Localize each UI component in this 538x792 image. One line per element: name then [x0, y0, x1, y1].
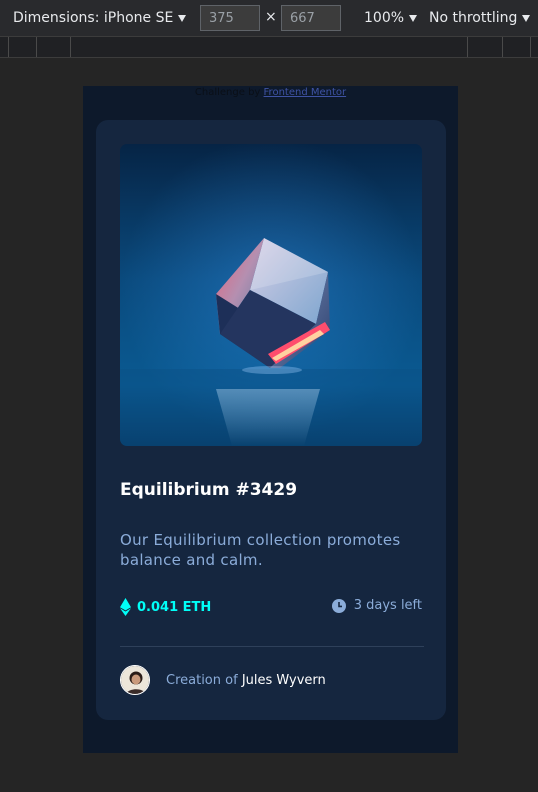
device-toolbar: Dimensions: iPhone SE 375 × 667 100% No … — [0, 0, 538, 36]
nft-description: Our Equilibrium collection promotes bala… — [120, 531, 401, 569]
creator-text: Creation of Jules Wyvern — [166, 673, 326, 688]
avatar — [120, 665, 150, 695]
width-input[interactable]: 375 — [200, 5, 260, 31]
emulated-viewport: Challenge by Frontend Mentor Equilibrium… — [83, 86, 458, 753]
throttling-label: No throttling — [429, 10, 518, 26]
time-left: 3 days left — [331, 598, 422, 613]
divider — [120, 646, 424, 647]
ruler-tick — [8, 37, 9, 57]
creator-name[interactable]: Jules Wyvern — [242, 673, 326, 688]
ruler-tick — [530, 37, 531, 57]
ruler-tick — [502, 37, 503, 57]
attribution-link[interactable]: Frontend Mentor — [264, 87, 347, 98]
zoom-label: 100% — [364, 10, 405, 26]
device-dropdown-label: Dimensions: iPhone SE — [13, 10, 174, 26]
nft-card: Equilibrium #3429 Our Equilibrium collec… — [96, 120, 446, 720]
stats-row: 0.041 ETH 3 days left — [120, 598, 422, 618]
nft-image[interactable] — [120, 144, 422, 446]
ethereum-icon — [120, 598, 131, 616]
ruler-tick — [467, 37, 468, 57]
throttling-dropdown[interactable]: No throttling — [429, 0, 531, 36]
creator-prefix: Creation of — [166, 672, 238, 688]
media-query-ruler[interactable] — [0, 36, 538, 58]
height-input[interactable]: 667 — [281, 5, 341, 31]
zoom-dropdown[interactable]: 100% — [364, 0, 418, 36]
creator-info: Creation of Jules Wyvern — [120, 664, 326, 696]
ruler-tick — [70, 37, 71, 57]
chevron-down-icon — [178, 15, 187, 22]
attribution: Challenge by Frontend Mentor — [83, 87, 458, 98]
attribution-prefix: Challenge by — [194, 87, 261, 98]
device-dropdown[interactable]: Dimensions: iPhone SE — [13, 0, 187, 36]
ruler-tick — [36, 37, 37, 57]
clock-icon — [331, 598, 346, 613]
price-value: 0.041 ETH — [137, 599, 212, 615]
equilibrium-cube-image — [120, 144, 422, 446]
chevron-down-icon — [522, 15, 531, 22]
time-left-value: 3 days left — [353, 598, 422, 613]
nft-title[interactable]: Equilibrium #3429 — [120, 480, 297, 500]
chevron-down-icon — [409, 15, 418, 22]
dimension-separator: × — [265, 9, 277, 25]
price: 0.041 ETH — [120, 598, 211, 616]
